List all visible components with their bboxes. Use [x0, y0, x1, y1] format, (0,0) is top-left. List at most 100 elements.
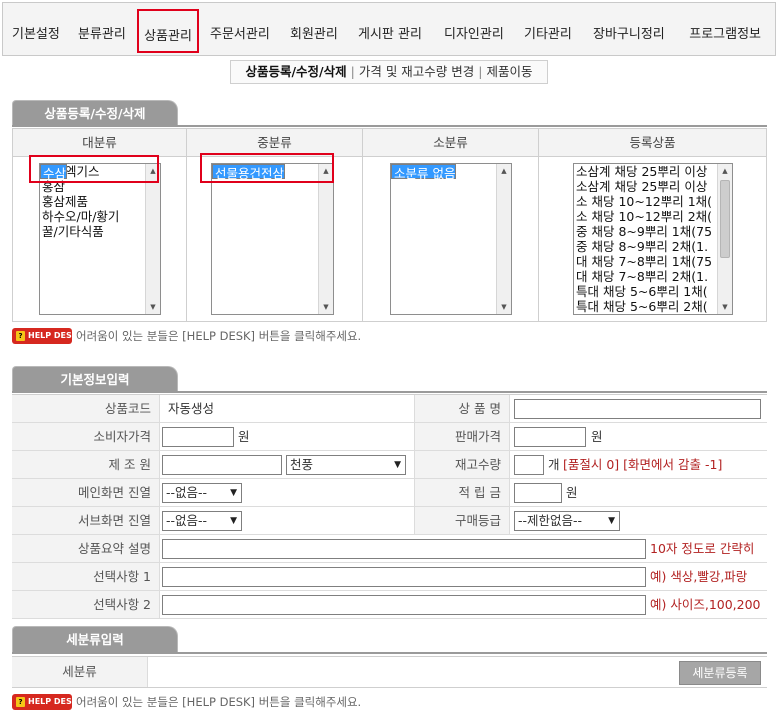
- scroll-down-icon[interactable]: ▼: [146, 300, 160, 314]
- scroll-thumb[interactable]: [720, 180, 730, 258]
- table-row: 소비자가격 원 판매가격 원: [12, 423, 767, 451]
- table-row: 제 조 원 천풍 ▼ 재고수량 개 [품절시 0] [화면에서 감출 -1]: [12, 451, 767, 479]
- help-desk-row: ? HELP DESK어려움이 있는 분들은 [HELP DESK] 버튼을 클릭…: [12, 328, 361, 346]
- list-item[interactable]: 중 채당 8~9뿌리 1채(75: [574, 224, 732, 239]
- subnav-product-edit[interactable]: 상품등록/수정/삭제: [245, 64, 346, 79]
- nav-item-cart-cleanup[interactable]: 장바구니정리: [593, 23, 665, 42]
- stock-hint: [품절시 0] [화면에서 감출 -1]: [563, 457, 723, 472]
- main-display-select[interactable]: --없음-- ▼: [162, 483, 242, 503]
- minor-list-scrollbar[interactable]: ▲ ▼: [496, 164, 511, 314]
- dropdown-arrow-icon: ▼: [608, 516, 615, 526]
- list-item[interactable]: 특대 채당 5~6뿌리 2채(: [574, 299, 732, 314]
- section-tab-product: 상품등록/수정/삭제: [12, 100, 178, 126]
- list-item[interactable]: 대 채당 7~8뿌리 1채(75: [574, 254, 732, 269]
- list-item[interactable]: 소삼계 채당 25뿌리 이상: [574, 164, 732, 179]
- stock-input[interactable]: [514, 455, 544, 475]
- summary-input[interactable]: [162, 539, 646, 559]
- list-item[interactable]: 중 채당 8~9뿌리 2채(1.: [574, 239, 732, 254]
- won-unit: 원: [566, 485, 578, 500]
- subcategory-register-button[interactable]: 세분류등록: [679, 661, 761, 685]
- scroll-up-icon[interactable]: ▲: [497, 164, 511, 178]
- dropdown-arrow-icon: ▼: [394, 460, 401, 470]
- scroll-up-icon[interactable]: ▲: [319, 164, 333, 178]
- label-option-2: 선택사항 2: [12, 591, 160, 618]
- major-category-list[interactable]: 수삼 홍삼엑기스 홍삼 홍삼제품 하수오/마/황기 꿀/기타식품 ▲ ▼: [39, 163, 161, 315]
- purchase-grade-select[interactable]: --제한없음-- ▼: [514, 511, 620, 531]
- won-unit: 원: [591, 429, 603, 444]
- label-product-name: 상 품 명: [414, 395, 510, 422]
- help-desk-row: ? HELP DESK어려움이 있는 분들은 [HELP DESK] 버튼을 클릭…: [12, 694, 361, 712]
- label-points: 적 립 금: [414, 479, 510, 506]
- list-item[interactable]: 선물용건전삼: [212, 164, 286, 181]
- help-icon: ?: [16, 331, 25, 341]
- consumer-price-input[interactable]: [162, 427, 234, 447]
- points-input[interactable]: [514, 483, 562, 503]
- major-cell: 수삼 홍삼엑기스 홍삼 홍삼제품 하수오/마/황기 꿀/기타식품 ▲ ▼: [13, 157, 187, 322]
- nav-item-program-info[interactable]: 프로그램정보: [689, 23, 761, 42]
- registered-product-list[interactable]: 소삼계 채당 25뿌리 이상 소삼계 채당 25뿌리 이상 소 채당 10~12…: [573, 163, 733, 315]
- label-main-display: 메인화면 진열: [12, 479, 160, 506]
- label-purchase-grade: 구매등급: [414, 507, 510, 534]
- maker-input[interactable]: [162, 455, 282, 475]
- list-item[interactable]: 특대 채당 5~6뿌리 1채(: [574, 284, 732, 299]
- help-desk-button[interactable]: ? HELP DESK: [12, 694, 78, 710]
- middle-list-scrollbar[interactable]: ▲ ▼: [318, 164, 333, 314]
- product-list-scrollbar[interactable]: ▲ ▼: [717, 164, 732, 314]
- help-text: 어려움이 있는 분들은 [HELP DESK] 버튼을 클릭해주세요.: [76, 329, 362, 343]
- middle-category-list[interactable]: 선물용건전삼 가정용월정삼 ▲ ▼: [211, 163, 334, 315]
- list-item[interactable]: 홍삼: [40, 179, 160, 194]
- maker-select[interactable]: 천풍 ▼: [286, 455, 406, 475]
- subcategory-table: 세분류 세분류등록: [12, 656, 767, 688]
- list-item[interactable]: 소삼계 채당 25뿌리 이상: [574, 179, 732, 194]
- summary-hint: 10자 정도로 간략히: [650, 541, 755, 556]
- products-cell: 소삼계 채당 25뿌리 이상 소삼계 채당 25뿌리 이상 소 채당 10~12…: [539, 157, 766, 322]
- list-item[interactable]: 하수오/마/황기: [40, 209, 160, 224]
- list-item[interactable]: 소분류 없음: [391, 164, 457, 181]
- sub-nav: 상품등록/수정/삭제 | 가격 및 재고수량 변경 | 제품이동: [230, 60, 548, 84]
- option-2-input[interactable]: [162, 595, 646, 615]
- major-list-scrollbar[interactable]: ▲ ▼: [145, 164, 160, 314]
- list-item[interactable]: 대 채당 7~8뿌리 2채(1.: [574, 269, 732, 284]
- scroll-down-icon[interactable]: ▼: [319, 300, 333, 314]
- subnav-product-move[interactable]: 제품이동: [486, 64, 532, 79]
- product-code-value: 자동생성: [168, 401, 215, 416]
- top-nav: 기본설정 분류관리 상품관리 주문서관리 회원관리 게시판 관리 디자인관리 기…: [2, 2, 776, 56]
- section-tab-subcategory: 세분류입력: [12, 626, 178, 652]
- stock-unit: 개: [548, 457, 560, 472]
- sale-price-input[interactable]: [514, 427, 586, 447]
- category-table: 대분류 중분류 소분류 등록상품 수삼 홍삼엑기스 홍삼 홍삼제품 하수오/마/…: [12, 128, 767, 322]
- subnav-price-stock[interactable]: 가격 및 재고수량 변경: [359, 64, 474, 79]
- col-header-middle: 중분류: [187, 129, 363, 157]
- nav-item-orders[interactable]: 주문서관리: [210, 23, 270, 42]
- table-row: 선택사항 2 예) 사이즈,100,200: [12, 591, 767, 619]
- nav-item-category[interactable]: 분류관리: [78, 23, 126, 42]
- product-name-input[interactable]: [514, 399, 761, 419]
- list-item[interactable]: 홍삼제품: [40, 194, 160, 209]
- scroll-down-icon[interactable]: ▼: [497, 300, 511, 314]
- option-2-hint: 예) 사이즈,100,200: [650, 597, 761, 612]
- section-divider: [12, 391, 767, 393]
- nav-item-board[interactable]: 게시판 관리: [358, 23, 422, 42]
- nav-item-design[interactable]: 디자인관리: [444, 23, 504, 42]
- label-subcategory: 세분류: [12, 657, 148, 687]
- nav-item-products[interactable]: 상품관리: [137, 9, 199, 53]
- scroll-down-icon[interactable]: ▼: [718, 300, 732, 314]
- minor-category-list[interactable]: 소분류 없음 ▲ ▼: [390, 163, 512, 315]
- nav-item-etc[interactable]: 기타관리: [524, 23, 572, 42]
- label-option-1: 선택사항 1: [12, 563, 160, 590]
- dropdown-arrow-icon: ▼: [230, 516, 237, 526]
- nav-item-members[interactable]: 회원관리: [290, 23, 338, 42]
- help-desk-button[interactable]: ? HELP DESK: [12, 328, 78, 344]
- list-item[interactable]: 수삼: [40, 164, 68, 181]
- scroll-up-icon[interactable]: ▲: [146, 164, 160, 178]
- help-icon: ?: [16, 697, 25, 707]
- scroll-up-icon[interactable]: ▲: [718, 164, 732, 178]
- list-item[interactable]: 꿀/기타식품: [40, 224, 160, 239]
- list-item[interactable]: 소 채당 10~12뿌리 2채(: [574, 209, 732, 224]
- label-product-code: 상품코드: [12, 395, 160, 422]
- nav-item-basic-settings[interactable]: 기본설정: [12, 23, 60, 42]
- col-header-products: 등록상품: [539, 129, 766, 157]
- option-1-input[interactable]: [162, 567, 646, 587]
- sub-display-select[interactable]: --없음-- ▼: [162, 511, 242, 531]
- list-item[interactable]: 소 채당 10~12뿌리 1채(: [574, 194, 732, 209]
